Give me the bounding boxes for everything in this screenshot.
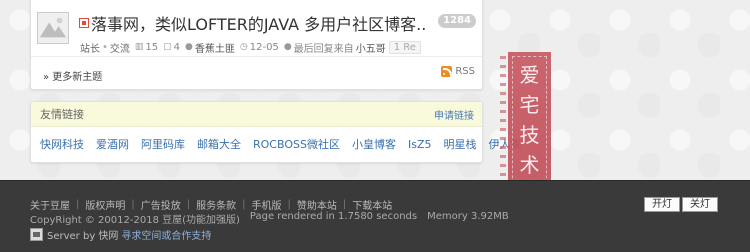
copyright-text: CopyRight © 20012-2018 豆屋(功能加强版) <box>30 215 240 226</box>
footer-info: CopyRight © 20012-2018 豆屋(功能加强版) Page re… <box>30 211 519 226</box>
apply-link[interactable]: 申请链接 <box>434 107 474 122</box>
footer-nav-separator: | <box>76 199 80 210</box>
footer-nav-link[interactable]: 关于豆屋 <box>30 197 70 212</box>
footer-nav-link[interactable]: 广告投放 <box>141 197 181 212</box>
rss-link[interactable]: RSS <box>441 66 475 77</box>
topic-date: 12-05 <box>249 41 279 53</box>
footer-nav-separator: | <box>131 199 135 210</box>
friend-link[interactable]: 快网科技 <box>40 136 84 152</box>
comments-count: 4 <box>173 41 181 53</box>
friend-link[interactable]: 邮箱大全 <box>197 136 241 152</box>
views-icon: ▥ <box>134 42 144 52</box>
comments-icon: ▢ <box>163 42 172 52</box>
site-footer: 关于豆屋 | 版权声明 | 广告投放 | 服务条款 | 手机版 | 赞助本站 | 下载本站 CopyRi… <box>0 180 750 252</box>
seal-char: 宅 <box>519 93 540 117</box>
latest-topics-panel: 落事网，类似LOFTER的JAVA 多用户社区博客.. 1284 站长 • 交流… <box>30 0 483 90</box>
rss-icon <box>441 66 453 77</box>
friend-links-title: 友情链接 <box>40 108 84 121</box>
topic-meta: 站长 • 交流 ▥ 15 ▢ 4 ● 香蕉土匪 ◷ 12-05 ● 最后回复来自… <box>80 40 421 55</box>
footer-nav-link[interactable]: 下载本站 <box>352 197 392 212</box>
topic-title[interactable]: 落事网，类似LOFTER的JAVA 多用户社区博客.. <box>91 11 426 35</box>
footer-nav-link[interactable]: 手机版 <box>252 197 282 212</box>
views-count: 15 <box>145 41 159 53</box>
friend-links-panel: 友情链接 申请链接 快网科技 爱酒网 阿里码库 邮箱大全 ROCBOSS微社区 小皇博客 I… <box>30 101 521 163</box>
footer-nav-link[interactable]: 版权声明 <box>85 197 125 212</box>
seal-char: 技 <box>519 123 540 147</box>
reply-count-badge: 1284 <box>438 14 476 28</box>
clock-icon: ◷ <box>239 42 248 52</box>
friend-link[interactable]: 小皇博客 <box>352 136 396 152</box>
friend-link[interactable]: ROCBOSS微社区 <box>253 136 340 152</box>
friend-link[interactable]: IsZ5 <box>408 138 432 151</box>
footer-nav-link[interactable]: 服务条款 <box>196 197 236 212</box>
more-topics-link[interactable]: » 更多新主题 <box>43 68 102 83</box>
footer-nav-separator: | <box>287 199 291 210</box>
reply-tag: 1 Re <box>388 40 421 54</box>
node-prefix[interactable]: 站长 <box>80 40 100 55</box>
friend-link[interactable]: 阿里码库 <box>141 136 185 152</box>
last-reply-prefix: 最后回复来自 <box>293 43 354 55</box>
footer-nav-separator: | <box>242 199 246 210</box>
user-icon: ● <box>185 42 193 52</box>
render-time-text: Page rendered in 1.7580 seconds <box>249 211 418 222</box>
seal-char: 术 <box>519 153 540 177</box>
last-replier-link[interactable]: 小五哥 <box>356 40 386 55</box>
lights-on-button[interactable]: 开灯 <box>644 197 680 212</box>
footer-nav: 关于豆屋 | 版权声明 | 广告投放 | 服务条款 | 手机版 | 赞助本站 | 下载本站 <box>30 197 392 212</box>
footer-nav-separator: | <box>186 199 191 210</box>
memory-text: Memory 3.92MB <box>427 211 509 222</box>
friend-link[interactable]: 明星栈 <box>443 136 476 152</box>
server-icon <box>30 228 43 241</box>
topic-type-icon <box>79 18 89 28</box>
avatar[interactable] <box>37 12 69 44</box>
server-info: Server by 快网 寻求空间或合作支持 <box>30 227 211 242</box>
hosting-support-link[interactable]: 寻求空间或合作支持 <box>121 227 211 242</box>
friend-link[interactable]: 爱酒网 <box>96 136 129 152</box>
footer-nav-link[interactable]: 赞助本站 <box>297 197 337 212</box>
author-link[interactable]: 香蕉土匪 <box>195 40 235 55</box>
footer-nav-separator: | <box>342 199 347 210</box>
topic-row[interactable]: 落事网，类似LOFTER的JAVA 多用户社区博客.. 1284 站长 • 交流… <box>31 1 482 57</box>
reply-icon: ● <box>283 42 292 52</box>
seal-char: 爱 <box>519 63 540 87</box>
node-link[interactable]: 交流 <box>110 40 130 55</box>
lights-off-button[interactable]: 关灯 <box>682 197 718 212</box>
theme-toggle: 开灯 关灯 <box>644 197 718 212</box>
server-label: Server by 快网 <box>47 231 119 242</box>
node-separator: • <box>102 41 108 53</box>
rss-label: RSS <box>455 66 475 77</box>
friend-links-list: 快网科技爱酒网阿里码库邮箱大全ROCBOSS微社区小皇博客IsZ5明星栈伊人集 <box>31 127 521 161</box>
